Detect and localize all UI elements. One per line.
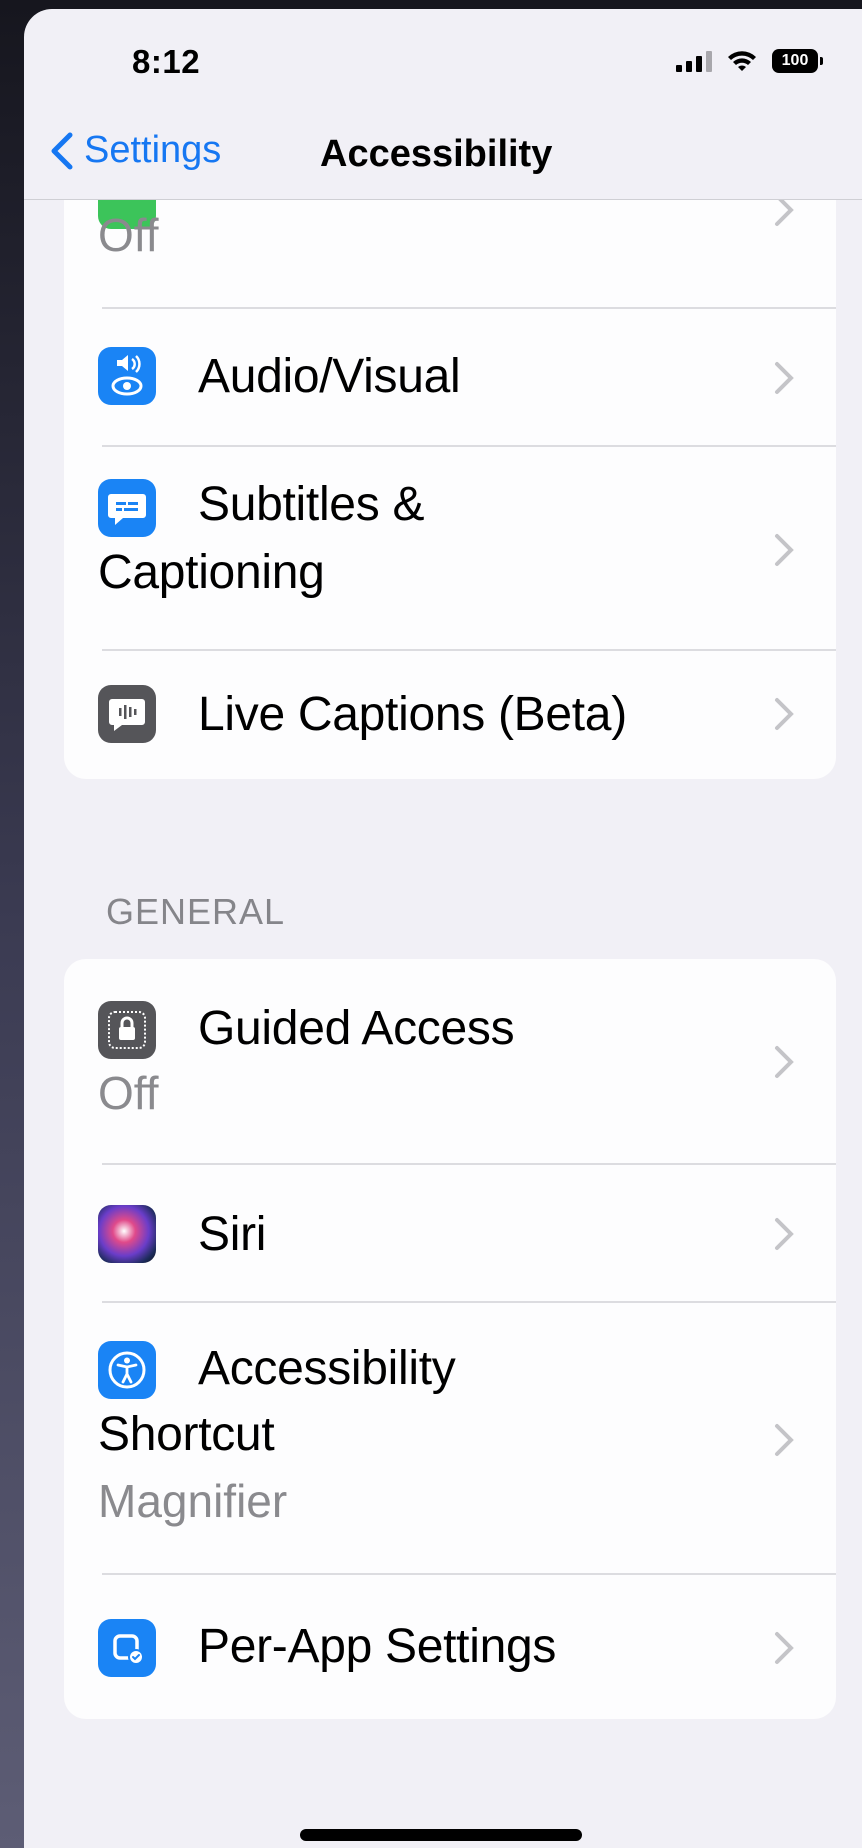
status-icons: 100 bbox=[676, 49, 823, 73]
page-title: Accessibility bbox=[320, 133, 553, 175]
list-item-guided-access[interactable]: Guided Access Off bbox=[64, 959, 836, 1165]
subtitles-label-line1: Subtitles & bbox=[198, 478, 425, 531]
list-item-audio-visual[interactable]: Audio/Visual bbox=[64, 309, 836, 447]
wifi-icon bbox=[728, 51, 756, 71]
per-app-settings-label: Per-App Settings bbox=[198, 1620, 557, 1673]
list-item-live-captions[interactable]: Live Captions (Beta) bbox=[64, 651, 836, 779]
chevron-right-icon bbox=[775, 534, 794, 566]
chevron-right-icon bbox=[775, 1218, 794, 1250]
chevron-left-icon bbox=[51, 132, 73, 169]
navigation-bar: Settings Accessibility bbox=[24, 109, 862, 200]
list-item-siri[interactable]: Siri bbox=[64, 1165, 836, 1303]
battery-icon: 100 bbox=[772, 49, 823, 73]
chevron-right-icon bbox=[775, 698, 794, 730]
partial-row-subtitle: Off bbox=[98, 209, 159, 261]
list-item-accessibility-shortcut[interactable]: Accessibility Shortcut Magnifier bbox=[64, 1303, 836, 1575]
live-captions-icon bbox=[98, 685, 156, 743]
subtitles-label-line2: Captioning bbox=[98, 546, 325, 599]
accessibility-icon bbox=[98, 1341, 156, 1399]
shortcut-label-line2: Shortcut bbox=[98, 1408, 275, 1461]
per-app-icon bbox=[98, 1619, 156, 1677]
chevron-right-icon bbox=[775, 1424, 794, 1456]
shortcut-value: Magnifier bbox=[98, 1475, 288, 1527]
home-indicator[interactable] bbox=[300, 1829, 582, 1841]
list-item-per-app-settings[interactable]: Per-App Settings bbox=[64, 1575, 836, 1719]
siri-label: Siri bbox=[198, 1208, 267, 1261]
section-header-general: GENERAL bbox=[106, 891, 286, 932]
chevron-right-icon bbox=[775, 1046, 794, 1078]
back-label: Settings bbox=[84, 129, 222, 171]
status-time: 8:12 bbox=[132, 43, 201, 80]
caption-bubble-icon bbox=[98, 479, 156, 537]
guided-access-label: Guided Access bbox=[198, 1002, 515, 1055]
back-button[interactable]: Settings bbox=[46, 129, 221, 172]
speaker-eye-icon bbox=[98, 347, 156, 405]
general-group: Guided Access Off Siri Accessibility Sho… bbox=[64, 959, 836, 1719]
lock-icon bbox=[98, 1001, 156, 1059]
status-bar: 8:12 100 bbox=[24, 9, 862, 119]
guided-access-status: Off bbox=[98, 1067, 159, 1119]
phone-screen: 8:12 100 Settings Accessibility Off Audi… bbox=[24, 9, 862, 1848]
shortcut-label-line1: Accessibility bbox=[198, 1342, 456, 1395]
live-captions-label: Live Captions (Beta) bbox=[198, 688, 627, 741]
hearing-group: Off Audio/Visual Subtitles & Captioning … bbox=[64, 129, 836, 779]
siri-icon bbox=[98, 1205, 156, 1263]
list-item-subtitles-captioning[interactable]: Subtitles & Captioning bbox=[64, 447, 836, 651]
chevron-right-icon bbox=[775, 1632, 794, 1664]
cellular-signal-icon bbox=[676, 50, 712, 72]
chevron-right-icon bbox=[775, 362, 794, 394]
audio-visual-label: Audio/Visual bbox=[198, 350, 461, 403]
